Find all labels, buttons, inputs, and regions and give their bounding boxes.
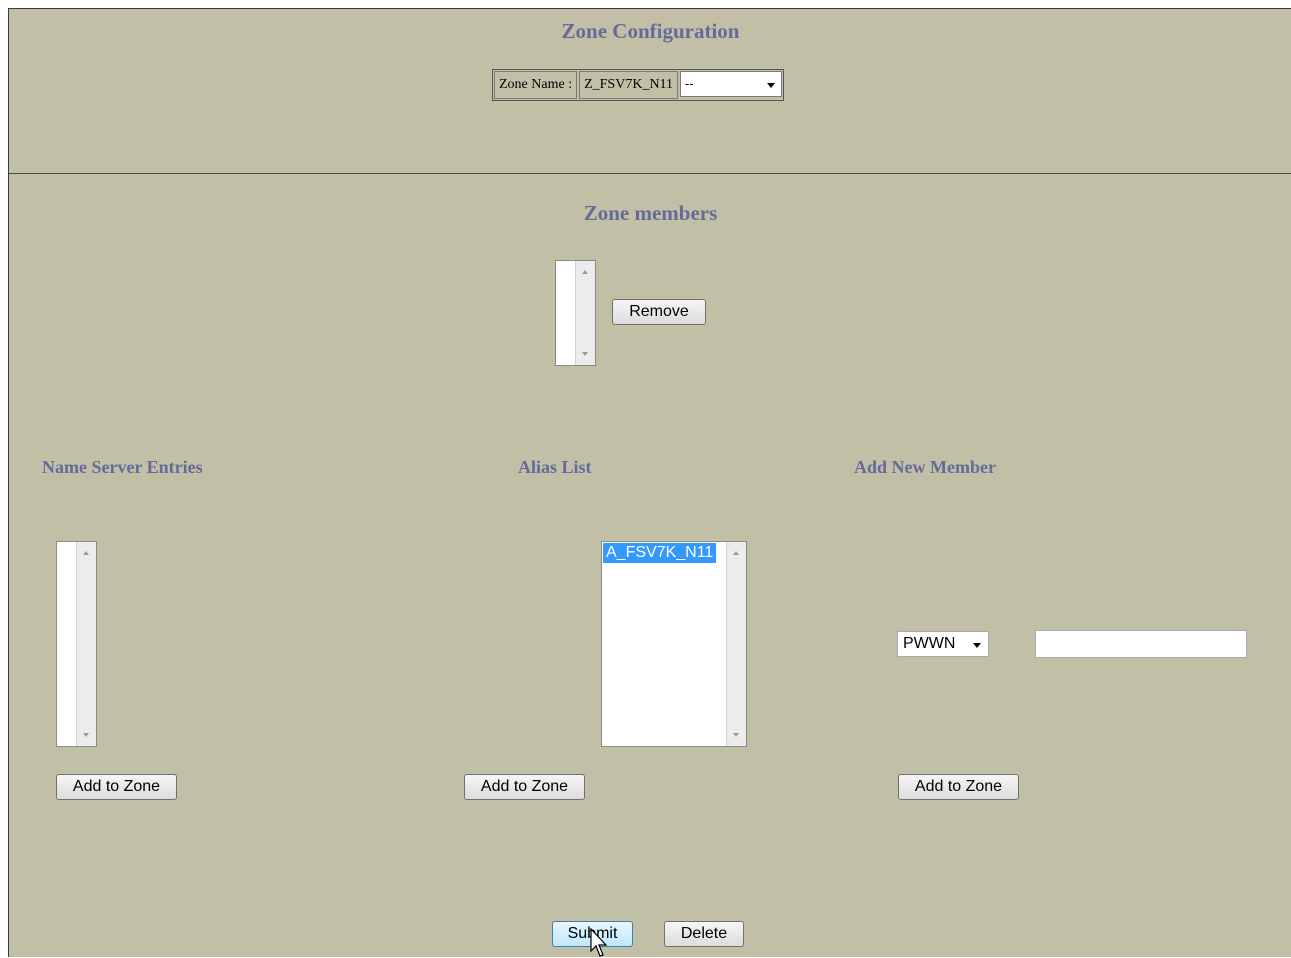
name-server-scrollbar[interactable] xyxy=(76,542,96,746)
name-server-entries-listbox[interactable] xyxy=(56,541,97,747)
alias-scrollbar[interactable] xyxy=(726,542,746,746)
zone-select-value: -- xyxy=(685,76,694,91)
remove-button[interactable]: Remove xyxy=(612,299,706,325)
zone-select[interactable]: -- xyxy=(680,71,783,97)
zone-configuration-title: Zone Configuration xyxy=(561,19,740,43)
add-new-member-to-zone-button[interactable]: Add to Zone xyxy=(898,774,1019,800)
new-member-input[interactable] xyxy=(1035,630,1247,658)
scroll-down-icon[interactable] xyxy=(83,733,89,737)
scroll-up-icon[interactable] xyxy=(582,270,588,274)
delete-button[interactable]: Delete xyxy=(664,921,744,947)
add-alias-to-zone-button[interactable]: Add to Zone xyxy=(464,774,585,800)
zone-name-row: Zone Name : Z_FSV7K_N11 -- xyxy=(492,69,785,101)
add-new-member-title: Add New Member xyxy=(854,457,996,477)
member-type-value: PWWN xyxy=(903,635,956,652)
chevron-down-icon xyxy=(973,643,981,648)
zone-members-scrollbar[interactable] xyxy=(575,261,595,365)
section-divider xyxy=(9,173,1291,174)
scroll-up-icon[interactable] xyxy=(733,551,739,555)
mouse-pointer-icon xyxy=(590,928,608,957)
zone-members-title: Zone members xyxy=(583,201,718,225)
zone-config-panel: Zone Configuration Zone Name : Z_FSV7K_N… xyxy=(8,8,1291,957)
scroll-up-icon[interactable] xyxy=(83,551,89,555)
name-server-entries-title: Name Server Entries xyxy=(42,457,203,477)
scroll-down-icon[interactable] xyxy=(582,352,588,356)
zone-name-value: Z_FSV7K_N11 xyxy=(579,71,679,99)
alias-list-title: Alias List xyxy=(518,457,592,477)
zone-name-label: Zone Name : xyxy=(494,71,578,99)
scroll-down-icon[interactable] xyxy=(733,733,739,737)
add-name-server-to-zone-button[interactable]: Add to Zone xyxy=(56,774,177,800)
alias-option-selected[interactable]: A_FSV7K_N11 xyxy=(603,543,717,563)
member-type-select[interactable]: PWWN xyxy=(897,631,989,657)
chevron-down-icon xyxy=(767,83,776,88)
alias-listbox[interactable]: A_FSV7K_N11 xyxy=(601,541,747,747)
zone-members-listbox[interactable] xyxy=(555,260,596,366)
